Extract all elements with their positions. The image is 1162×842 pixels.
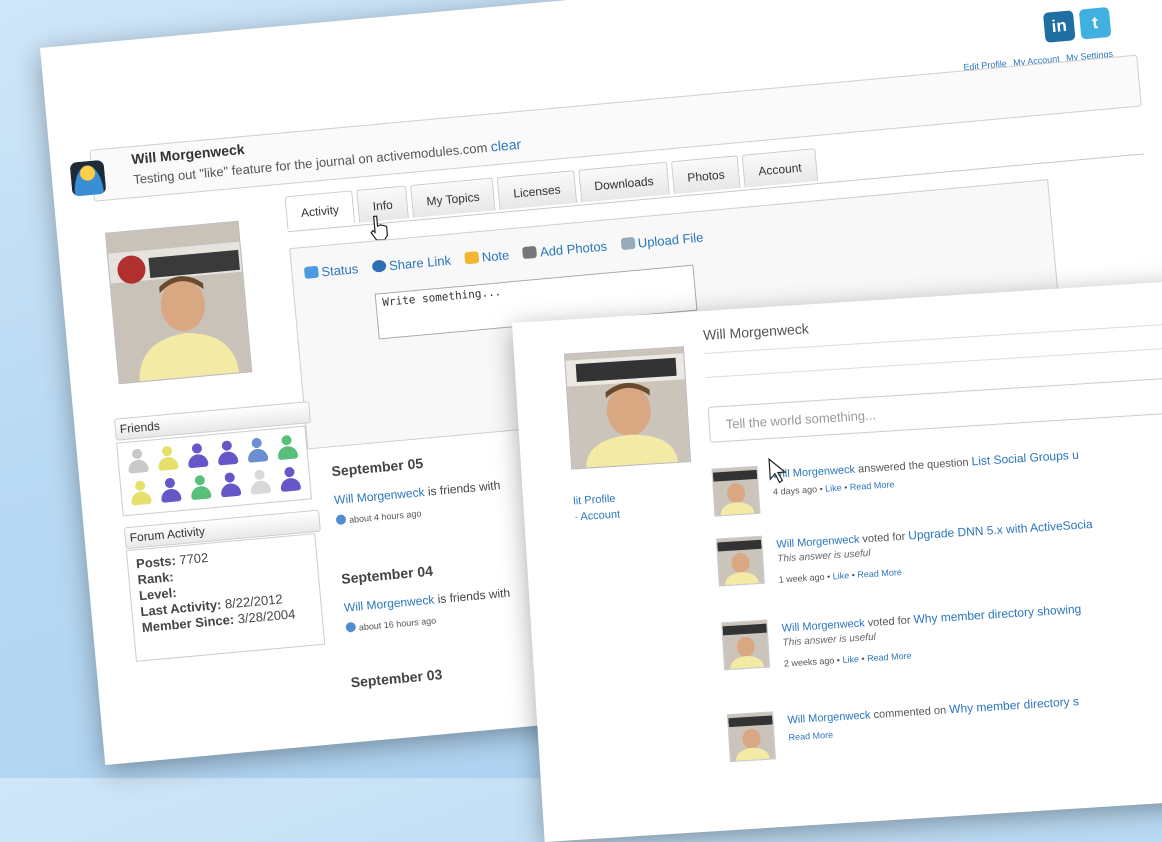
profile-name: Will Morgenweck (702, 320, 810, 344)
share-link-button[interactable]: Share Link (371, 253, 452, 275)
feed-date: September 03 (350, 666, 443, 691)
camera-icon (522, 245, 538, 260)
activity-user-link[interactable]: Will Morgenweck (781, 617, 865, 634)
add-photos-button[interactable]: Add Photos (522, 238, 608, 261)
feed-time: about 16 hours ago (345, 614, 437, 633)
activity-target-link[interactable]: Upgrade DNN 5.x with ActiveSocia (908, 517, 1093, 543)
friend-icon[interactable] (218, 472, 242, 500)
activity-item: Will Morgenweck commented on Why member … (726, 684, 1162, 776)
activity-text: Will Morgenweck answered the question Li… (771, 447, 1080, 481)
avatar (564, 346, 692, 470)
friend-icon[interactable] (248, 469, 272, 497)
tab-activity[interactable]: Activity (284, 190, 356, 230)
activity-avatar (715, 535, 765, 587)
status-button[interactable]: Status (303, 261, 359, 281)
clear-link[interactable]: clear (490, 136, 522, 155)
note-button[interactable]: Note (464, 247, 510, 266)
activity-note: This answer is useful (782, 631, 877, 649)
upload-file-button[interactable]: Upload File (620, 230, 704, 252)
tab-downloads[interactable]: Downloads (577, 161, 670, 203)
feed-time: about 4 hours ago (335, 507, 422, 526)
tab-licenses[interactable]: Licenses (496, 170, 577, 210)
tab-my-topics[interactable]: My Topics (409, 177, 496, 218)
like-link[interactable]: Like (842, 654, 859, 665)
activity-meta: 1 week ago • Like • Read More (778, 567, 903, 585)
like-link[interactable]: Like (825, 483, 842, 494)
friend-icon[interactable] (188, 474, 212, 502)
avatar (105, 220, 253, 385)
feed-date: September 05 (330, 455, 424, 480)
feed-item: Will Morgenweck is friends with (333, 478, 501, 508)
friend-icon[interactable] (126, 448, 150, 476)
tab-account[interactable]: Account (741, 148, 818, 188)
friend-icon[interactable] (215, 440, 239, 468)
arrow-cursor-icon (768, 457, 787, 484)
read-more-link[interactable]: Read More (857, 567, 902, 580)
friend-icon[interactable] (186, 442, 210, 470)
feed-date: September 04 (340, 562, 434, 587)
activity-avatar (721, 619, 771, 671)
read-more-link[interactable]: Read More (867, 651, 912, 664)
globe-icon (371, 259, 387, 273)
forum-activity-box: Posts: 7702 Rank: Level: Last Activity: … (125, 533, 326, 662)
activity-text: Will Morgenweck commented on Why member … (787, 694, 1080, 727)
activity-user-link[interactable]: Will Morgenweck (787, 709, 871, 726)
friend-icon[interactable] (245, 437, 269, 465)
tab-photos[interactable]: Photos (670, 155, 741, 195)
upload-icon (620, 236, 636, 251)
posts-count: 7702 (178, 549, 209, 568)
social-links: in t (1042, 6, 1112, 43)
activity-text: Will Morgenweck voted for Why member dir… (781, 601, 1082, 635)
friend-status-icon (345, 621, 357, 633)
twitter-icon[interactable]: t (1078, 6, 1112, 40)
feed-user-link[interactable]: Will Morgenweck (343, 593, 435, 615)
profile-page-front: Will Morgenweck Tell the world something… (512, 279, 1162, 842)
activity-avatar (711, 465, 761, 517)
activity-target-link[interactable]: List Social Groups u (971, 448, 1079, 469)
friend-icon[interactable] (159, 477, 183, 505)
feed-item: Will Morgenweck is friends with (343, 585, 511, 615)
friend-icon[interactable] (129, 480, 153, 508)
activity-meta: 4 days ago • Like • Read More (772, 479, 895, 497)
friend-icon[interactable] (156, 445, 180, 473)
linkedin-icon[interactable]: in (1042, 10, 1076, 43)
activity-note: This answer is useful (777, 547, 871, 565)
friends-grid (116, 425, 313, 517)
friend-icon[interactable] (275, 434, 299, 462)
user-icon (69, 159, 107, 197)
activity-target-link[interactable]: Why member directory showing (913, 602, 1082, 627)
like-link[interactable]: Like (832, 570, 849, 581)
activity-user-link[interactable]: Will Morgenweck (776, 534, 860, 551)
activity-target-link[interactable]: Why member directory s (949, 694, 1080, 716)
note-icon (464, 251, 480, 265)
speech-bubble-icon (303, 265, 319, 279)
activity-avatar (726, 711, 776, 763)
activity-meta: Read More (788, 730, 833, 743)
edit-profile-link[interactable]: lit Profile (573, 493, 616, 508)
friend-icon[interactable] (278, 466, 302, 494)
divider (705, 347, 1162, 378)
feed-user-link[interactable]: Will Morgenweck (334, 485, 426, 507)
read-more-link[interactable]: Read More (850, 479, 895, 492)
read-more-link[interactable]: Read More (788, 730, 833, 743)
status-input[interactable]: Tell the world something... (707, 377, 1162, 443)
friend-status-icon (335, 514, 347, 526)
account-link[interactable]: · Account (574, 509, 621, 524)
activity-meta: 2 weeks ago • Like • Read More (783, 650, 912, 669)
activity-item: Will Morgenweck voted for Why member dir… (721, 592, 1162, 684)
